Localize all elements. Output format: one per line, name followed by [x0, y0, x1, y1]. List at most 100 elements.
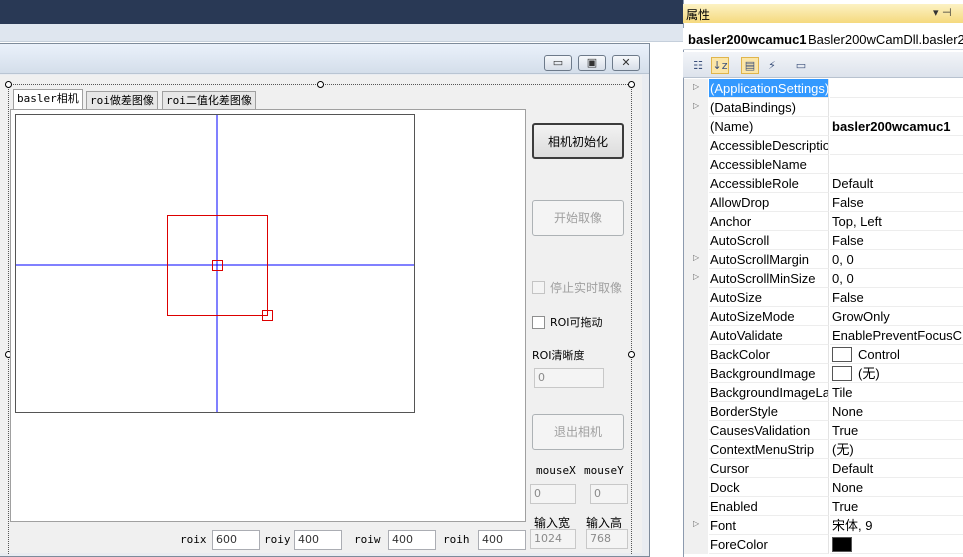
property-row[interactable]: AccessibleDescriptio	[684, 136, 963, 155]
property-name[interactable]: AccessibleName	[709, 155, 829, 174]
property-name[interactable]: BackgroundImage	[709, 364, 829, 383]
tab-roi-difference[interactable]: roi做差图像	[86, 91, 158, 109]
property-row[interactable]: ▷ Font 宋体, 9	[684, 516, 963, 535]
property-row[interactable]: AccessibleName	[684, 155, 963, 174]
property-name[interactable]: ContextMenuStrip	[709, 440, 829, 459]
property-row[interactable]: ▷ (DataBindings)	[684, 98, 963, 117]
property-name[interactable]: AutoSize	[709, 288, 829, 307]
roi-y-field[interactable]: 400	[294, 530, 342, 550]
events-icon[interactable]: ⚡	[763, 57, 781, 74]
property-name[interactable]: AutoScrollMinSize	[709, 269, 829, 288]
property-value[interactable]: Tile	[830, 383, 963, 402]
roi-w-field[interactable]: 400	[388, 530, 436, 550]
property-value[interactable]	[830, 155, 963, 174]
property-row[interactable]: ForeColor	[684, 535, 963, 554]
expand-icon[interactable]: ▷	[693, 82, 699, 91]
input-height-field[interactable]: 768	[586, 529, 628, 549]
property-row[interactable]: Enabled True	[684, 497, 963, 516]
roi-sharpness-field[interactable]: 0	[534, 368, 604, 388]
mouse-x-field[interactable]: 0	[530, 484, 576, 504]
property-name[interactable]: AllowDrop	[709, 193, 829, 212]
property-name[interactable]: AccessibleDescriptio	[709, 136, 829, 155]
properties-icon[interactable]: ▤	[741, 57, 759, 74]
property-row[interactable]: (Name) basler200wcamuc1	[684, 117, 963, 136]
property-row[interactable]: ▷ AutoScrollMinSize 0, 0	[684, 269, 963, 288]
property-row[interactable]: BorderStyle None	[684, 402, 963, 421]
property-name[interactable]: (Name)	[709, 117, 829, 136]
expand-icon[interactable]: ▷	[693, 101, 699, 110]
property-name[interactable]: (DataBindings)	[709, 98, 829, 117]
properties-header[interactable]: 属性 ▾ ⊣	[683, 4, 963, 23]
property-value[interactable]	[830, 98, 963, 117]
property-name[interactable]: BorderStyle	[709, 402, 829, 421]
property-row[interactable]: AllowDrop False	[684, 193, 963, 212]
property-value[interactable]: 0, 0	[830, 250, 963, 269]
property-row[interactable]: ▷ (ApplicationSettings)	[684, 79, 963, 98]
property-row[interactable]: AutoValidate EnablePreventFocusCh	[684, 326, 963, 345]
property-value[interactable]: False	[830, 288, 963, 307]
property-value[interactable]: True	[830, 497, 963, 516]
property-row[interactable]: AutoScroll False	[684, 231, 963, 250]
property-name[interactable]: Cursor	[709, 459, 829, 478]
property-name[interactable]: AccessibleRole	[709, 174, 829, 193]
property-row[interactable]: ContextMenuStrip (无)	[684, 440, 963, 459]
property-grid[interactable]: ▷ (ApplicationSettings) ▷ (DataBindings) (Na…	[684, 79, 963, 557]
property-value[interactable]: basler200wcamuc1	[830, 117, 963, 136]
property-name[interactable]: Dock	[709, 478, 829, 497]
property-name[interactable]: AutoValidate	[709, 326, 829, 345]
input-width-field[interactable]: 1024	[530, 529, 576, 549]
maximize-button[interactable]: ▣	[578, 55, 606, 71]
property-value[interactable]: EnablePreventFocusCh	[830, 326, 963, 345]
property-value[interactable]: Top, Left	[830, 212, 963, 231]
expand-icon[interactable]: ▷	[693, 253, 699, 262]
property-value[interactable]: False	[830, 193, 963, 212]
property-row[interactable]: Cursor Default	[684, 459, 963, 478]
property-name[interactable]: AutoSizeMode	[709, 307, 829, 326]
property-value[interactable]: None	[830, 478, 963, 497]
property-value[interactable]: Default	[830, 459, 963, 478]
property-value[interactable]: (无)	[830, 364, 963, 383]
property-value[interactable]	[830, 136, 963, 155]
property-name[interactable]: BackColor	[709, 345, 829, 364]
init-camera-button[interactable]: 相机初始化	[532, 123, 624, 159]
camera-image-display[interactable]	[15, 114, 415, 413]
property-value[interactable]: Control	[830, 345, 963, 364]
property-value[interactable]: GrowOnly	[830, 307, 963, 326]
property-value[interactable]: Default	[830, 174, 963, 193]
categorized-icon[interactable]: ☷	[689, 57, 707, 74]
property-row[interactable]: CausesValidation True	[684, 421, 963, 440]
stop-realtime-checkbox[interactable]	[532, 281, 545, 294]
tab-basler-camera[interactable]: basler相机	[13, 89, 83, 110]
roi-draggable-checkbox[interactable]	[532, 316, 545, 329]
minimize-button[interactable]: ▭	[544, 55, 572, 71]
resize-handle-right[interactable]	[628, 351, 635, 358]
property-name[interactable]: Anchor	[709, 212, 829, 231]
property-name[interactable]: ForeColor	[709, 535, 829, 554]
property-row[interactable]: AccessibleRole Default	[684, 174, 963, 193]
property-name[interactable]: Enabled	[709, 497, 829, 516]
property-name[interactable]: BackgroundImageLa	[709, 383, 829, 402]
property-name[interactable]: CausesValidation	[709, 421, 829, 440]
roi-h-field[interactable]: 400	[478, 530, 526, 550]
mouse-y-field[interactable]: 0	[590, 484, 628, 504]
property-row[interactable]: BackgroundImageLa Tile	[684, 383, 963, 402]
property-row[interactable]: ▷ AutoScrollMargin 0, 0	[684, 250, 963, 269]
property-value[interactable]: 宋体, 9	[830, 516, 963, 535]
roi-x-field[interactable]: 600	[212, 530, 260, 550]
alphabetical-icon[interactable]: ↓z	[711, 57, 729, 74]
property-value[interactable]: None	[830, 402, 963, 421]
pin-icon[interactable]: ▾ ⊣	[933, 6, 952, 19]
tab-roi-binary-difference[interactable]: roi二值化差图像	[162, 91, 256, 109]
property-value[interactable]: False	[830, 231, 963, 250]
property-row[interactable]: Anchor Top, Left	[684, 212, 963, 231]
resize-handle-top[interactable]	[317, 81, 324, 88]
property-row[interactable]: AutoSizeMode GrowOnly	[684, 307, 963, 326]
property-value[interactable]: 0, 0	[830, 269, 963, 288]
property-name[interactable]: Font	[709, 516, 829, 535]
resize-handle-top-left[interactable]	[5, 81, 12, 88]
property-row[interactable]: Dock None	[684, 478, 963, 497]
close-button[interactable]: ✕	[612, 55, 640, 71]
property-pages-icon[interactable]: ▭	[792, 57, 810, 74]
object-selector[interactable]: basler200wcamuc1 Basler200wCamDll.basler…	[683, 28, 963, 50]
property-row[interactable]: BackColor Control	[684, 345, 963, 364]
